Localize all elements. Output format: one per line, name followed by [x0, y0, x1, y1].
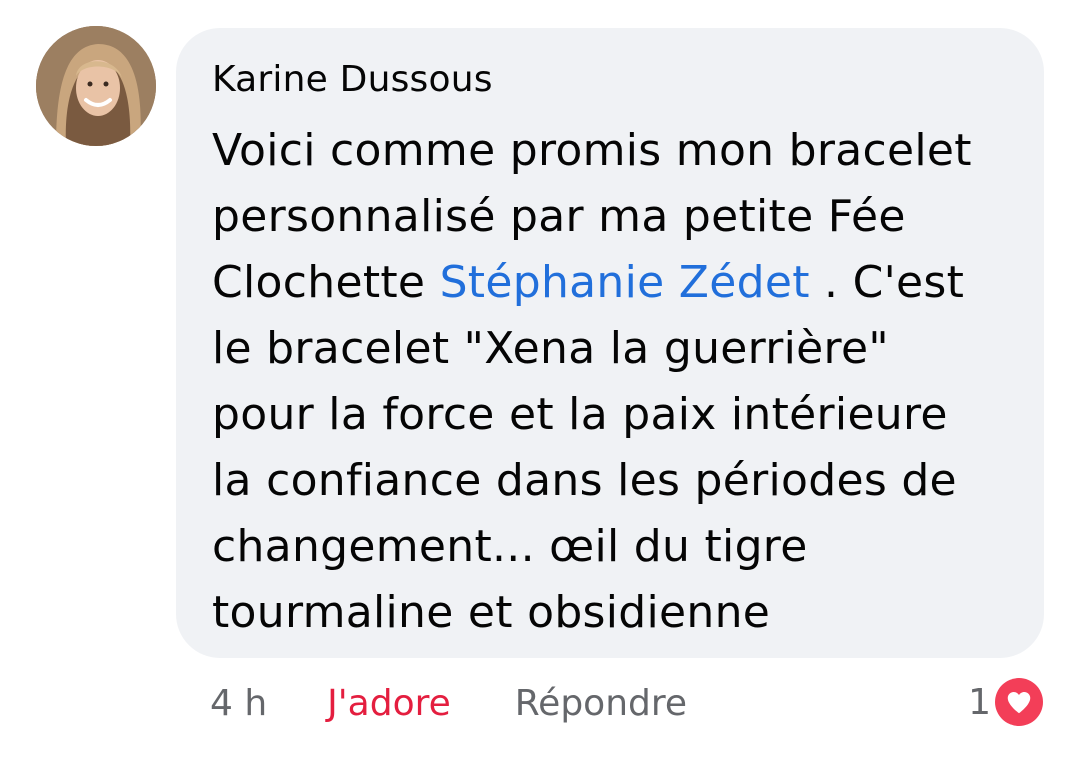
- timestamp[interactable]: 4 h: [210, 682, 267, 726]
- comment-actions: 4 h J'adore Répondre: [210, 682, 687, 726]
- comment-line: la confiance dans les périodes de: [212, 455, 957, 506]
- comment-text: Voici comme promis mon bracelet personna…: [212, 118, 1008, 646]
- reaction-count: 1: [968, 681, 991, 723]
- comment-line: le bracelet "Xena la guerrière": [212, 323, 889, 374]
- comment-line: Clochette Stéphanie Zédet . C'est: [212, 250, 1008, 316]
- comment-line: personnalisé par ma petite Fée: [212, 191, 906, 242]
- avatar-photo: [36, 26, 156, 146]
- comment-line-text: . C'est: [809, 257, 965, 308]
- avatar[interactable]: [36, 26, 156, 146]
- heart-icon: [995, 678, 1043, 726]
- comment-author[interactable]: Karine Dussous: [212, 58, 1008, 102]
- reply-button[interactable]: Répondre: [515, 682, 687, 726]
- reaction-summary[interactable]: 1: [968, 678, 1043, 726]
- comment-line: changement... œil du tigre: [212, 521, 808, 572]
- comment-bubble: Karine Dussous Voici comme promis mon br…: [176, 28, 1044, 658]
- mention-link[interactable]: Stéphanie Zédet: [440, 257, 810, 308]
- love-reaction-button[interactable]: J'adore: [327, 682, 451, 726]
- comment-line-text: Clochette: [212, 257, 440, 308]
- comment-line: tourmaline et obsidienne: [212, 587, 771, 638]
- comment-line: pour la force et la paix intérieure: [212, 389, 948, 440]
- comment-line: Voici comme promis mon bracelet: [212, 125, 972, 176]
